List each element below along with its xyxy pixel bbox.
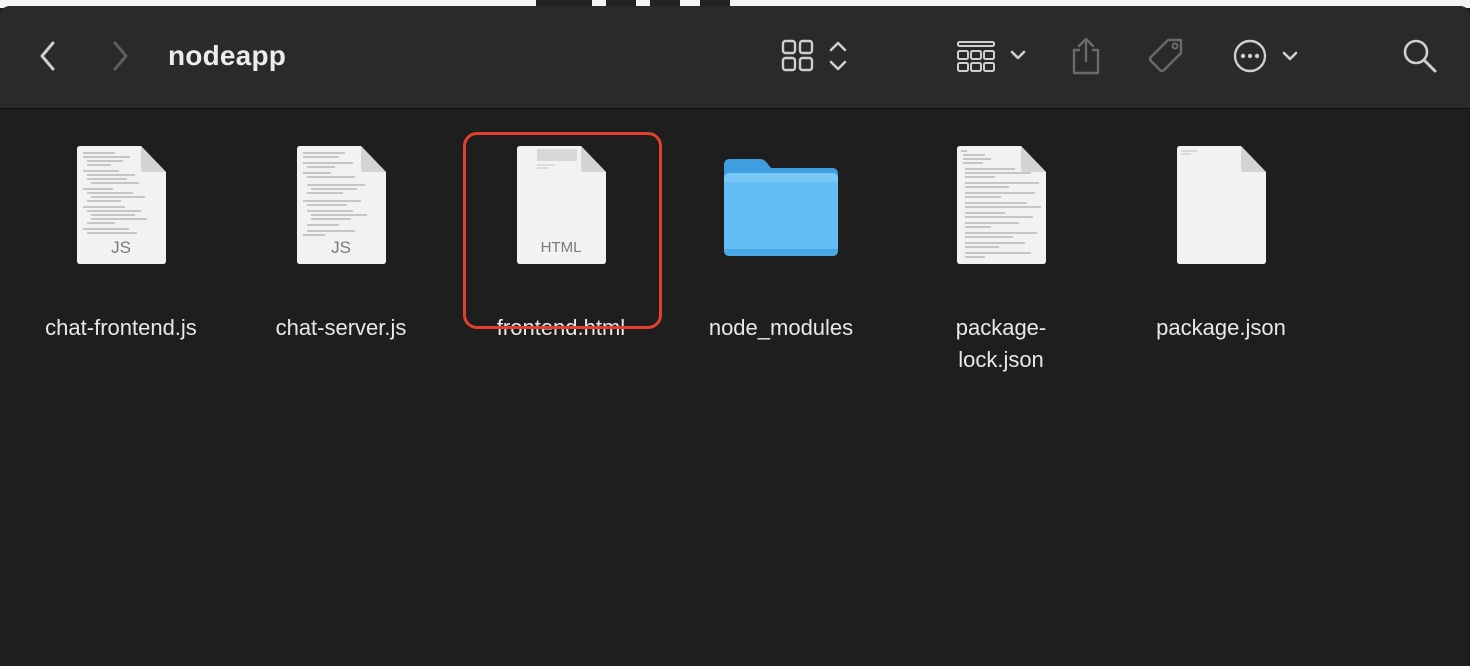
- json-document-icon: [957, 146, 1046, 264]
- tag-button[interactable]: [1144, 32, 1188, 80]
- ellipsis-circle-icon: [1233, 39, 1298, 73]
- js-badge: JS: [331, 238, 351, 257]
- folder-icon: [724, 159, 838, 256]
- js-badge: JS: [111, 238, 131, 257]
- back-button[interactable]: [30, 32, 66, 80]
- finder-window: nodeapp JS chat-frontend.js JS chat-serv…: [0, 6, 1470, 666]
- selection-highlight: [463, 132, 662, 329]
- share-icon: [1072, 37, 1100, 75]
- share-button[interactable]: [1068, 32, 1104, 80]
- group-by-icon: [957, 41, 1026, 72]
- file-name: chat-frontend.js: [45, 315, 197, 340]
- file-name: chat-server.js: [275, 315, 407, 340]
- chevron-left-icon: [40, 41, 55, 71]
- file-name: package.json: [1156, 315, 1286, 340]
- file-grid: JS chat-frontend.js JS chat-server.js HT…: [0, 109, 1470, 666]
- js-document-icon: JS: [77, 146, 166, 264]
- tag-icon: [1148, 38, 1183, 73]
- file-name: package- lock.json: [955, 315, 1047, 372]
- js-document-icon: JS: [297, 146, 386, 264]
- search-button[interactable]: [1400, 32, 1440, 80]
- chevron-right-icon: [113, 41, 128, 71]
- more-actions-button[interactable]: [1230, 32, 1302, 80]
- group-by-button[interactable]: [955, 32, 1029, 80]
- toolbar: nodeapp: [0, 6, 1470, 109]
- file-name: node_modules: [708, 315, 854, 340]
- window-title: nodeapp: [168, 40, 287, 71]
- json-document-icon: [1177, 146, 1266, 264]
- magnifying-glass-icon: [1403, 39, 1437, 73]
- icon-grid-view-icon: [781, 39, 847, 72]
- forward-button[interactable]: [102, 32, 138, 80]
- view-mode-button[interactable]: [780, 32, 852, 80]
